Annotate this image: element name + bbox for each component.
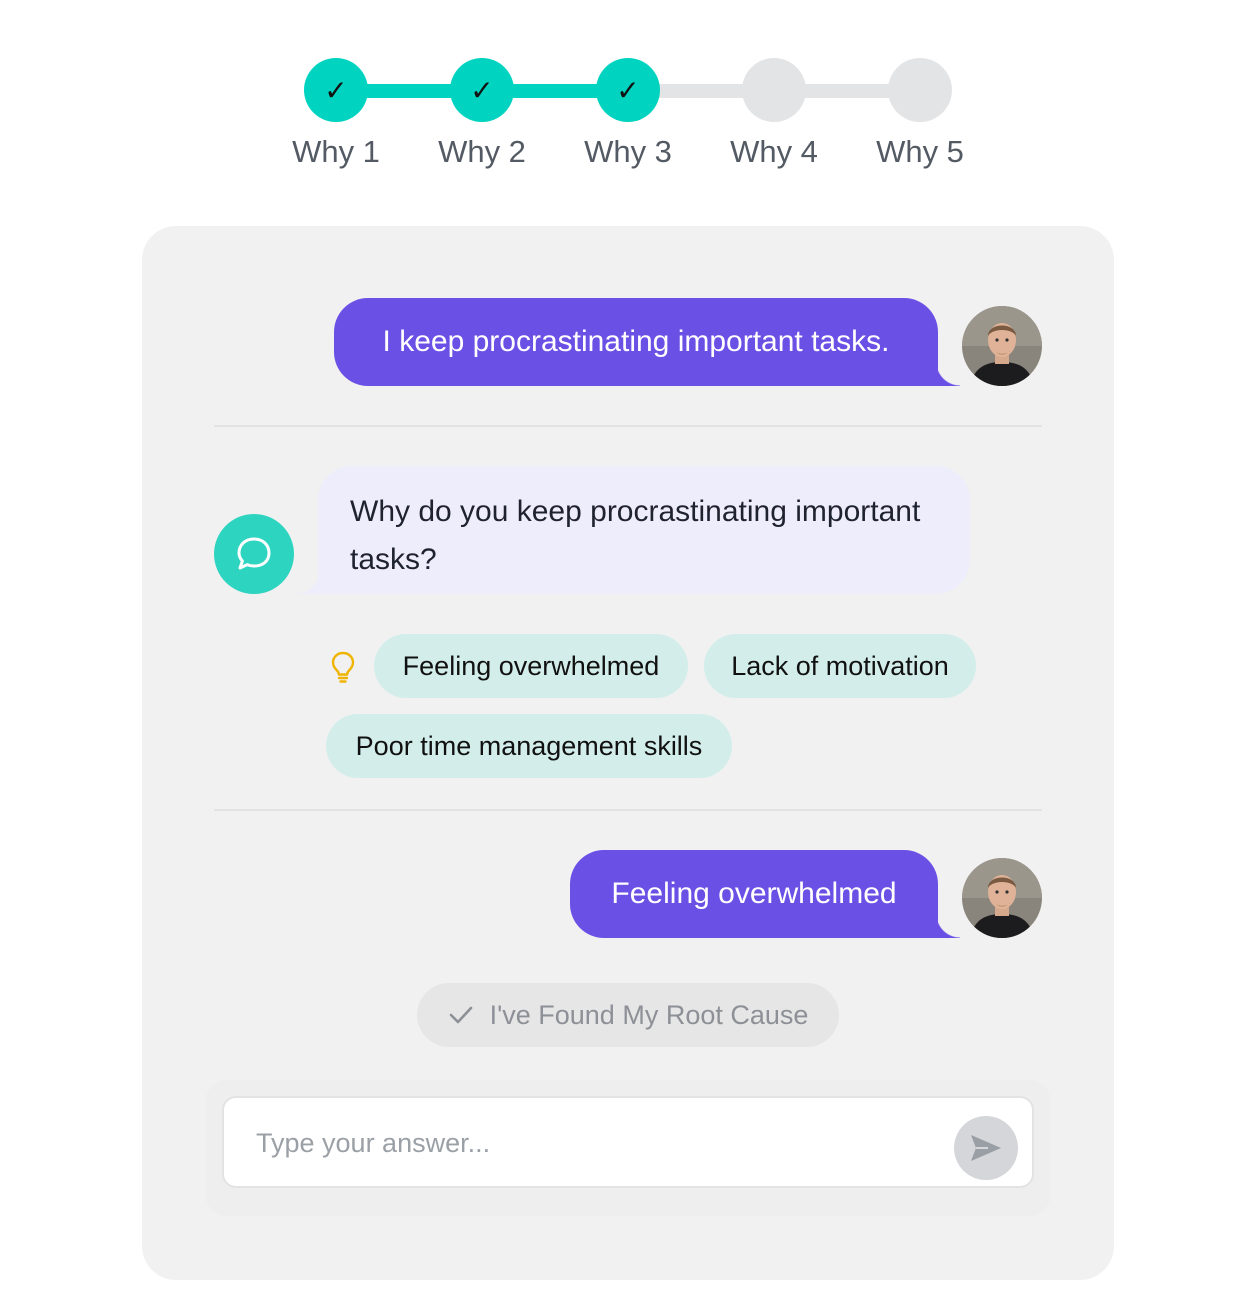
answer-input-box [222,1096,1034,1188]
step-4-label: Why 4 [730,134,818,169]
chat-bubble-icon [237,537,271,570]
step-4-dot [742,58,806,122]
step-5-dot [888,58,952,122]
bot-question-bubble: Why do you keep procrastinating importan… [296,466,970,594]
suggestion-chip[interactable]: Poor time management skills [326,714,732,778]
lightbulb-icon [331,651,355,683]
chat-panel: I keep procrastinating important tasks. … [142,226,1114,1280]
step-2-checkmark-icon: ✓ [450,58,514,122]
suggestion-chip[interactable]: Lack of motivation [704,634,976,698]
bot-avatar [214,514,294,594]
user-avatar [962,858,1042,938]
composer [206,1080,1050,1216]
send-button[interactable] [954,1116,1018,1180]
step-2-label: Why 2 [438,134,526,169]
user-message-bubble: I keep procrastinating important tasks. [334,298,960,386]
send-icon [971,1135,1001,1161]
answer-input[interactable] [254,1120,918,1166]
message-divider [214,425,1042,427]
step-1-label: Why 1 [292,134,380,169]
checkmark-icon [449,1006,472,1024]
step-5-label: Why 5 [876,134,964,169]
user-avatar [962,306,1042,386]
found-root-cause-button[interactable]: I've Found My Root Cause [417,983,839,1047]
progress-stepper: ✓ ✓ ✓ Why 1 Why 2 Why 3 Why 4 Why 5 [0,0,1254,200]
step-1-checkmark-icon: ✓ [304,58,368,122]
step-3-label: Why 3 [584,134,672,169]
step-3-checkmark-icon: ✓ [596,58,660,122]
found-root-cause-label: I've Found My Root Cause [489,999,809,1030]
suggestion-chip[interactable]: Feeling overwhelmed [374,634,688,698]
user-message-bubble: Feeling overwhelmed [570,850,960,938]
message-divider [214,809,1042,811]
